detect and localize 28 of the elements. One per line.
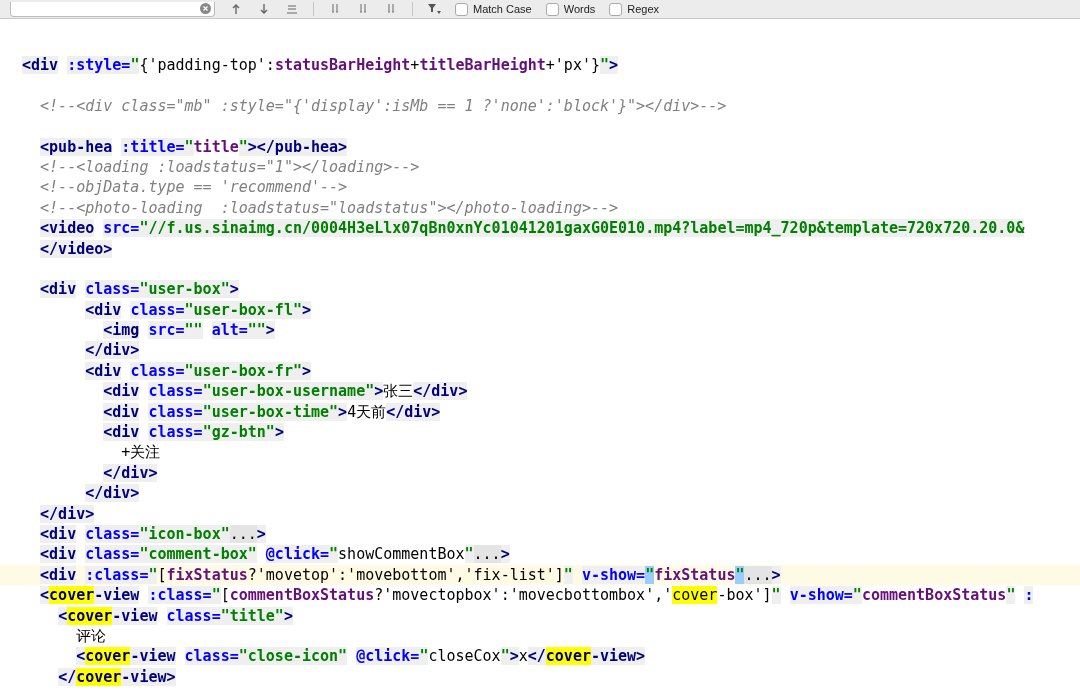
funnel-dropdown-icon[interactable] (427, 3, 441, 15)
code-line: </cover-view> (57, 666, 177, 688)
search-field[interactable] (10, 1, 215, 17)
code-line: <!--<loading :loadstatus="1"></loading>--> (39, 156, 421, 178)
code-line: <div class="icon-box"...> (39, 524, 267, 545)
code-line: <div class="gz-btn"> (102, 422, 285, 443)
code-line: <!--<div class="mb" :style="{'display':isMb == 1 ?'none':'block'}"></div>--> (39, 95, 728, 117)
code-line: +关注 (120, 442, 162, 463)
code-line: <!--objData.type == 'recommend'--> (39, 177, 349, 198)
option-checkbox[interactable]: Words (545, 2, 596, 16)
code-line: <video src="//f.us.sinaimg.cn/0004H3eLlx07qBn0xnYc01041201gaxG0E010.mp4?label=mp4_720p&template=720x720.20.0& (39, 218, 1026, 239)
code-line: <div class="user-box-fl"> (84, 299, 312, 321)
code-line: <!--<photo-loading :loadstatus="loadstatus"></photo-loading>--> (39, 197, 620, 219)
code-line: <cover-view class="title"> (57, 605, 294, 626)
code-line: <div class="comment-box" @click="showCommentBox"...> (39, 544, 511, 565)
code-line: <div class="user-box"> (39, 279, 240, 300)
code-line: 评论 (75, 625, 108, 647)
option-checkbox[interactable]: Regex (609, 2, 660, 16)
select-all-icon[interactable] (285, 3, 299, 15)
code-line: <div :style="{'padding-top':statusBarHeight+titleBarHeight+'px'}"> (21, 55, 620, 76)
code-line: <pub-hea :title="title"></pub-hea> (39, 136, 349, 157)
code-line: <div class="user-box-username">张三</div> (102, 381, 469, 402)
code-line: <img src="" alt=""> (102, 320, 276, 341)
option-checkbox[interactable]: Match Case (455, 2, 532, 16)
code-line: <cover-view :class="[commentBoxStatus?'movectopbox':'movecbottombox','cover-box']" v-show="commentBoxStatus" : (39, 585, 1035, 606)
code-line: <div class="user-box-time">4天前</div> (102, 401, 442, 423)
code-line: <div class="user-box-fr"> (84, 360, 312, 382)
clear-icon[interactable] (200, 3, 211, 14)
